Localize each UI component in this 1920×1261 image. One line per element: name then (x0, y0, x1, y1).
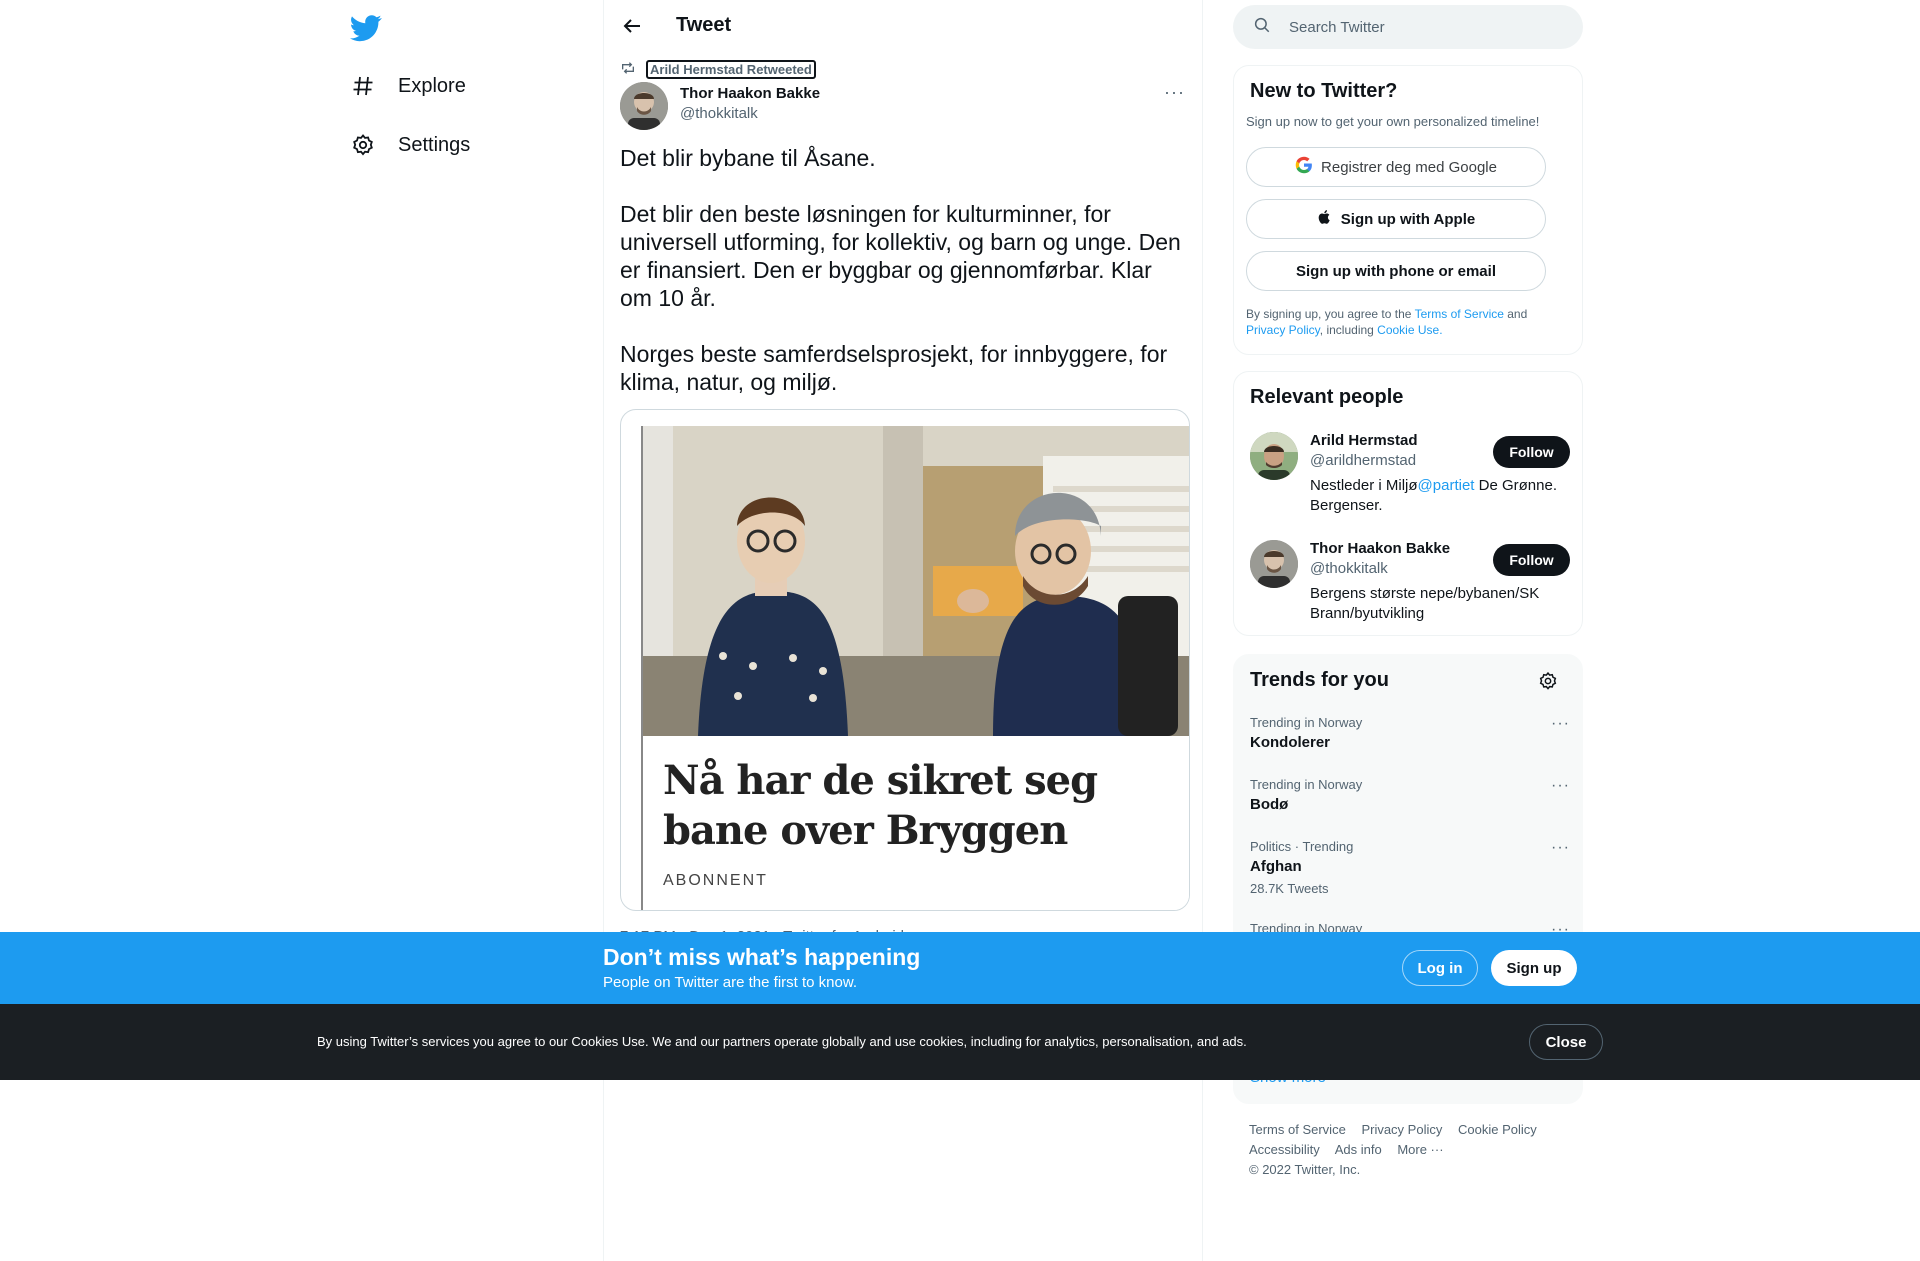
person-handle[interactable]: @arildhermstad (1310, 452, 1416, 469)
nav-settings-label: Settings (398, 133, 471, 156)
cookie-banner-text: By using Twitter’s services you agree to… (317, 1034, 1247, 1049)
footer-links: Terms of Service Privacy Policy Cookie P… (1249, 1120, 1569, 1180)
author-handle[interactable]: @thokkitalk (680, 105, 758, 122)
legal-including: , including (1319, 323, 1378, 337)
signup-title: New to Twitter? (1250, 80, 1398, 102)
signup-button[interactable]: Sign up (1491, 950, 1577, 986)
nav-settings[interactable]: Settings (350, 125, 470, 165)
back-arrow-icon[interactable] (620, 14, 644, 38)
nav-explore[interactable]: Explore (350, 66, 466, 106)
footer-privacy-link[interactable]: Privacy Policy (1361, 1122, 1442, 1137)
cookie-link[interactable]: Cookie Use. (1377, 323, 1442, 337)
person-card[interactable]: Thor Haakon Bakke @thokkitalk Bergens st… (1250, 540, 1570, 630)
search-placeholder: Search Twitter (1289, 18, 1385, 36)
retweeted-by-link[interactable]: Arild Hermstad Retweeted (646, 60, 816, 79)
follow-button[interactable]: Follow (1493, 544, 1570, 576)
footer-cookie-link[interactable]: Cookie Policy (1458, 1122, 1537, 1137)
hashtag-icon (350, 73, 376, 99)
close-cookie-button[interactable]: Close (1529, 1024, 1603, 1060)
legal-and: and (1503, 307, 1528, 321)
card-text-area: Nå har de sikret seg bane over Bryggen A… (641, 736, 1189, 910)
footer-more-link[interactable]: More ··· (1397, 1142, 1443, 1157)
person-name[interactable]: Arild Hermstad (1310, 432, 1418, 449)
apple-icon (1317, 208, 1333, 230)
trend-more-icon[interactable]: ··· (1551, 777, 1570, 795)
gear-icon (350, 132, 376, 158)
card-kicker: ABONNENT (663, 872, 768, 889)
trend-name: Bodø (1250, 796, 1289, 813)
trend-item[interactable]: Trending in Norway Bodø ··· (1250, 777, 1570, 813)
twitter-logo-icon[interactable] (349, 12, 382, 44)
relevant-people-panel: Relevant people Arild Hermstad @arildher… (1233, 371, 1583, 636)
trend-item[interactable]: Trending in Norway Kondolerer ··· (1250, 715, 1570, 751)
apple-signup-label: Sign up with Apple (1340, 210, 1476, 228)
trend-item[interactable]: Politics · Trending Afghan 28.7K Tweets … (1250, 839, 1570, 896)
legal-text: By signing up, you agree to the (1246, 307, 1415, 321)
trend-name: Afghan (1250, 858, 1302, 875)
banner-subtitle: People on Twitter are the first to know. (603, 974, 858, 991)
follow-button[interactable]: Follow (1493, 436, 1570, 468)
retweet-indicator: Arild Hermstad Retweeted (620, 60, 816, 79)
trends-title: Trends for you (1250, 669, 1389, 691)
footer-ads-link[interactable]: Ads info (1335, 1142, 1382, 1157)
card-headline: Nå har de sikret seg bane over Bryggen (663, 757, 1098, 854)
google-signup-label: Registrer deg med Google (1321, 158, 1497, 176)
trend-name: Kondolerer (1250, 734, 1331, 751)
bio-text: Nestleder i Miljø (1310, 477, 1418, 494)
trend-count: 28.7K Tweets (1250, 881, 1329, 896)
login-prompt-banner: Don’t miss what’s happening People on Tw… (0, 932, 1920, 1004)
login-button[interactable]: Log in (1402, 950, 1478, 986)
footer-terms-link[interactable]: Terms of Service (1249, 1122, 1346, 1137)
trend-meta: Politics · Trending (1250, 839, 1354, 854)
link-card[interactable]: Nå har de sikret seg bane over Bryggen A… (620, 409, 1190, 911)
author-name[interactable]: Thor Haakon Bakke (680, 85, 820, 102)
person-name[interactable]: Thor Haakon Bakke (1310, 540, 1450, 557)
person-bio: Bergens største nepe/bybanen/SK Brann/by… (1310, 585, 1540, 622)
search-input[interactable]: Search Twitter (1233, 5, 1583, 49)
mention-link[interactable]: @partiet (1418, 477, 1475, 494)
cookie-banner: By using Twitter’s services you agree to… (0, 1004, 1920, 1080)
avatar[interactable] (1250, 432, 1298, 480)
trend-more-icon[interactable]: ··· (1551, 715, 1570, 733)
privacy-link[interactable]: Privacy Policy (1246, 323, 1320, 337)
trend-more-icon[interactable]: ··· (1551, 839, 1570, 857)
trends-settings-gear-icon[interactable] (1538, 671, 1558, 696)
relevant-people-title: Relevant people (1250, 386, 1404, 408)
signup-legal: By signing up, you agree to the Terms of… (1246, 306, 1566, 338)
card-image (641, 426, 1189, 736)
google-icon (1295, 156, 1313, 178)
signup-panel: New to Twitter? Sign up now to get your … (1233, 65, 1583, 355)
search-icon (1253, 16, 1271, 38)
google-signup-button[interactable]: Registrer deg med Google (1246, 147, 1546, 187)
trend-meta: Trending in Norway (1250, 715, 1363, 730)
page-title: Tweet (676, 14, 732, 36)
trend-meta: Trending in Norway (1250, 777, 1363, 792)
terms-link[interactable]: Terms of Service (1415, 307, 1504, 321)
more-options-icon[interactable]: ··· (1164, 82, 1185, 103)
footer-accessibility-link[interactable]: Accessibility (1249, 1142, 1320, 1157)
retweet-icon (620, 60, 636, 79)
apple-signup-button[interactable]: Sign up with Apple (1246, 199, 1546, 239)
footer-copyright: © 2022 Twitter, Inc. (1249, 1162, 1361, 1177)
tweet-text: Det blir bybane til Åsane. Det blir den … (620, 145, 1181, 395)
phone-email-signup-button[interactable]: Sign up with phone or email (1246, 251, 1546, 291)
avatar[interactable] (1250, 540, 1298, 588)
person-bio: Nestleder i Miljø@partiet De Grønne. Ber… (1310, 476, 1570, 516)
nav-explore-label: Explore (398, 74, 466, 97)
author-avatar[interactable] (620, 82, 668, 130)
phone-signup-label: Sign up with phone or email (1295, 262, 1496, 280)
signup-subtitle: Sign up now to get your own personalized… (1246, 114, 1540, 129)
person-handle[interactable]: @thokkitalk (1310, 560, 1388, 577)
person-card[interactable]: Arild Hermstad @arildhermstad Nestleder … (1250, 432, 1570, 522)
banner-title: Don’t miss what’s happening (603, 944, 921, 970)
